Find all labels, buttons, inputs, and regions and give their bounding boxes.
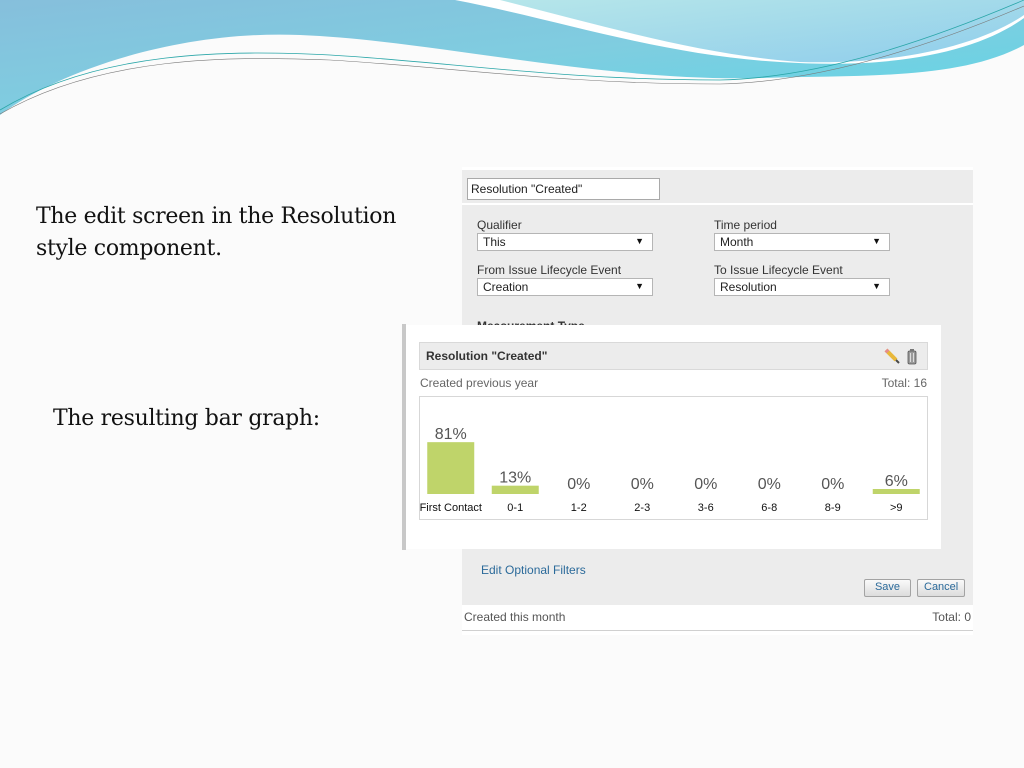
to-event-label: To Issue Lifecycle Event (714, 263, 843, 277)
dropdown-arrow-icon: ▼ (872, 281, 881, 291)
bar-value-label: 0% (758, 476, 781, 493)
bar-chart-svg: 81% First Contact 13% 0-1 0% 1-2 0% 2-3 0% 3-6 0% 6… (420, 426, 920, 514)
save-button[interactable]: Save (864, 579, 911, 597)
bar-value-label: 0% (694, 476, 717, 493)
time-period-label: Time period (714, 218, 777, 232)
dropdown-arrow-icon: ▼ (635, 236, 644, 246)
from-event-value: Creation (483, 280, 529, 294)
from-event-select[interactable]: Creation ▼ (477, 278, 653, 296)
pencil-icon[interactable] (883, 347, 901, 365)
dropdown-arrow-icon: ▼ (872, 236, 881, 246)
edit-optional-filters-link[interactable]: Edit Optional Filters (481, 563, 586, 577)
time-period-value: Month (720, 235, 754, 249)
graph-total: Total: 16 (881, 376, 927, 390)
bar-graph-caption: The resulting bar graph: (53, 406, 320, 431)
graph-subtitle: Created previous year (420, 376, 539, 390)
qualifier-select[interactable]: This ▼ (477, 233, 653, 251)
qualifier-label: Qualifier (477, 218, 522, 232)
dropdown-arrow-icon: ▼ (635, 281, 644, 291)
to-event-value: Resolution (720, 280, 777, 294)
category-label: 2-3 (634, 502, 650, 514)
footer-subtitle: Created this month (464, 610, 566, 624)
footer-total: Total: 0 (932, 610, 971, 624)
bar-value-label: 0% (821, 476, 844, 493)
bar-value-label: 0% (567, 476, 590, 493)
category-label: 1-2 (571, 502, 587, 514)
edit-screen-caption: The edit screen in the Resolution style … (36, 204, 397, 261)
component-title-input[interactable] (467, 178, 660, 200)
bar-value-label: 6% (885, 473, 908, 490)
bar-graph-panel: Resolution "Created" Created previous ye… (406, 325, 941, 549)
edit-screen-header (462, 170, 973, 203)
time-period-select[interactable]: Month ▼ (714, 233, 890, 251)
header-wave-decoration (0, 0, 1024, 115)
bar-value-label: 13% (499, 470, 531, 487)
to-event-select[interactable]: Resolution ▼ (714, 278, 890, 296)
cancel-button[interactable]: Cancel (917, 579, 965, 597)
category-label: >9 (890, 502, 903, 514)
bar-0-1 (491, 485, 539, 494)
trash-icon[interactable] (903, 347, 921, 365)
footer-divider (462, 630, 973, 631)
bar-chart: 81% First Contact 13% 0-1 0% 1-2 0% 2-3 0% 3-6 0% 6… (419, 396, 928, 520)
from-event-label: From Issue Lifecycle Event (477, 263, 622, 277)
category-label: 3-6 (698, 502, 714, 514)
qualifier-value: This (483, 235, 506, 249)
category-label: First Contact (420, 502, 482, 514)
bar-value-label: 81% (435, 426, 467, 443)
bar-value-label: 0% (631, 476, 654, 493)
category-label: 6-8 (761, 502, 777, 514)
graph-header: Resolution "Created" (419, 342, 928, 370)
category-label: 8-9 (825, 502, 841, 514)
category-label: 0-1 (507, 502, 523, 514)
graph-title: Resolution "Created" (426, 349, 548, 363)
bar-first-contact (427, 442, 475, 494)
